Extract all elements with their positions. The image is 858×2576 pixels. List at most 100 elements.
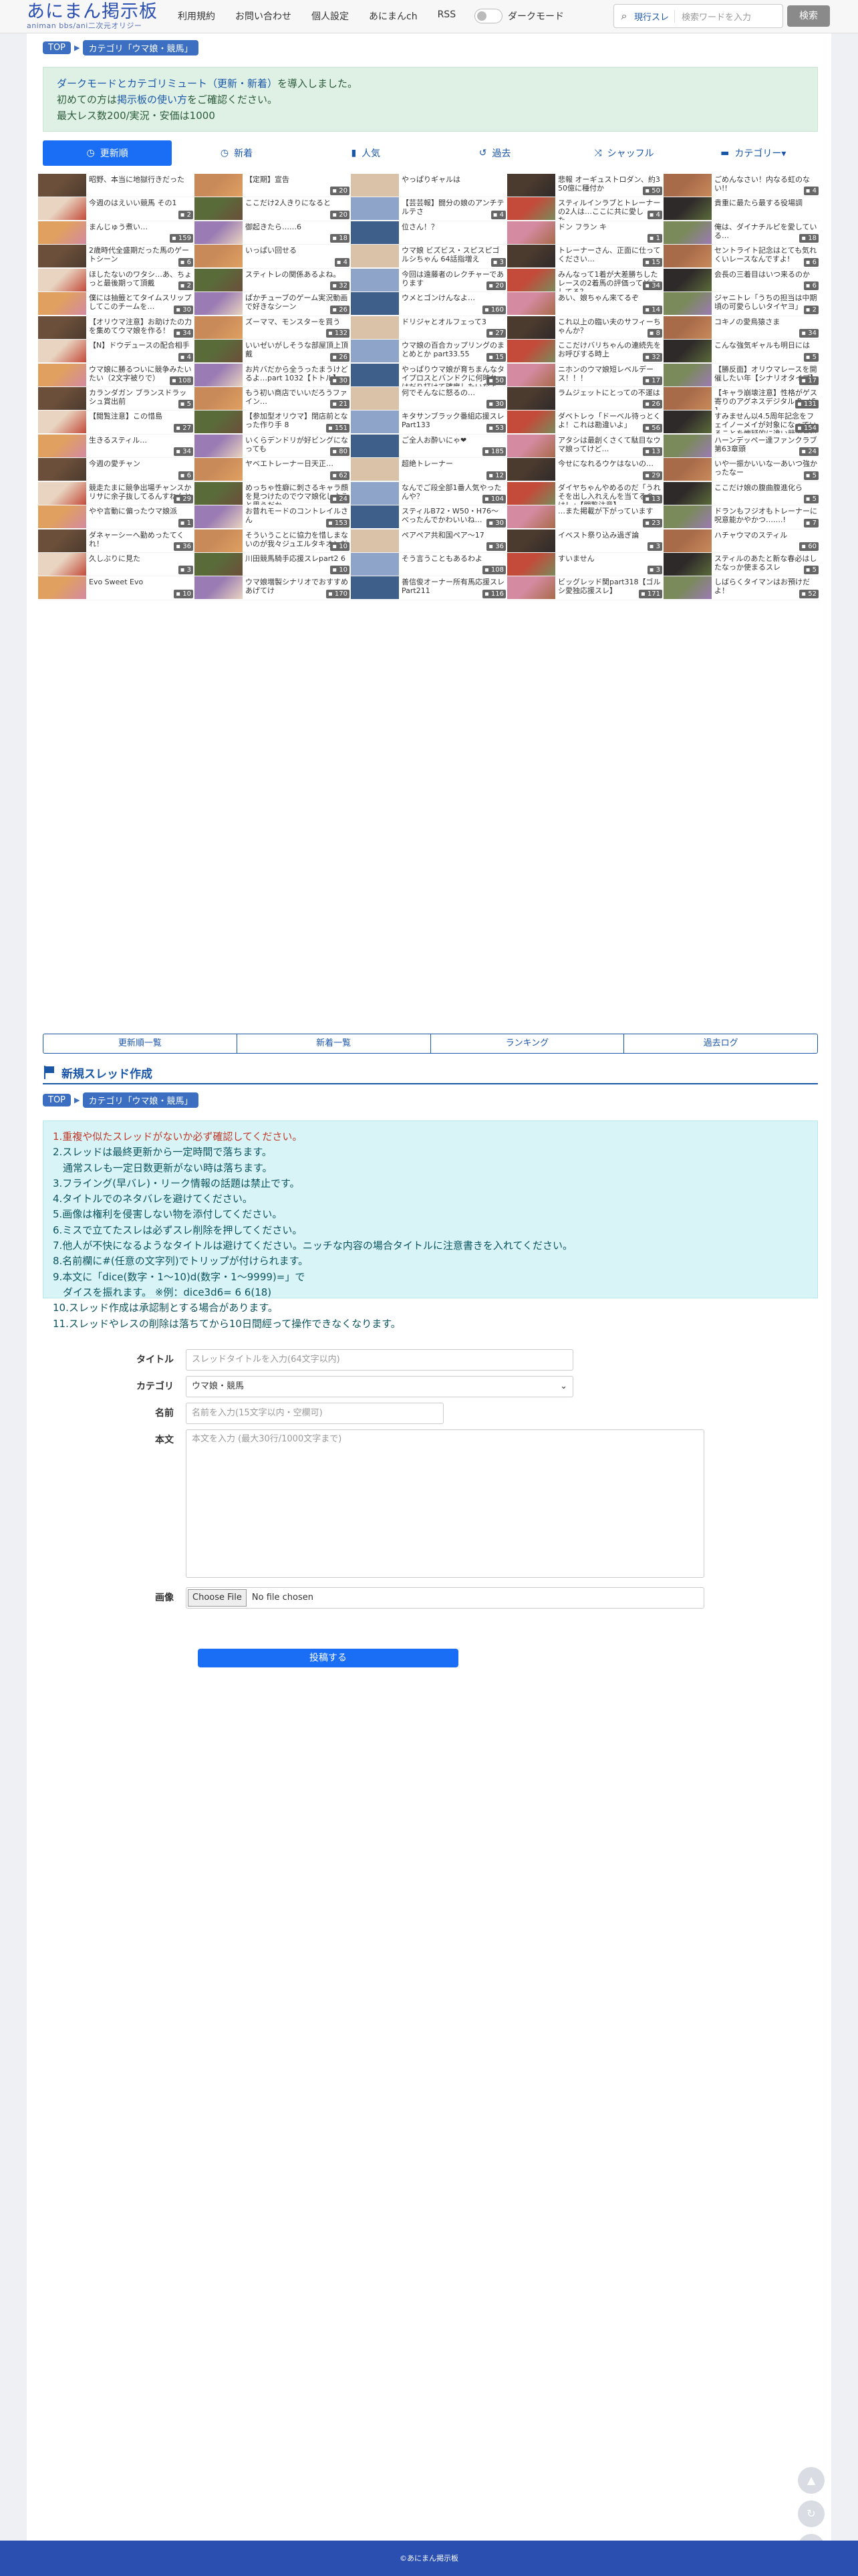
thread-thumbnail[interactable] [507,221,555,244]
thread-thumbnail[interactable] [351,268,399,291]
breadcrumb-top[interactable]: TOP [43,41,72,54]
thread-thumbnail[interactable] [507,268,555,291]
thread-thumbnail[interactable] [351,340,399,363]
thread-title[interactable]: 久しぶりに見た [86,553,143,576]
thread-title[interactable]: あい、娘ちゃん来てるぞ [555,292,641,315]
thread-title[interactable]: 昭野、本当に地獄行きだった [86,174,187,197]
thread-thumbnail[interactable] [507,576,555,600]
thread-item[interactable]: ダイヤちゃんやめるのだ「うれそを出し入れえんを当てるのは！」【閲覧注意】13 [507,481,664,506]
thread-item[interactable]: ウマ娘 ビズビス・スピスピゴルシちゃん 64話指増え3 [351,245,507,269]
thread-thumbnail[interactable] [507,197,555,221]
thread-title[interactable]: 今せになれるウケはないの… [555,458,656,481]
scroll-top-button[interactable]: ▲ [798,2467,825,2494]
thread-thumbnail[interactable] [194,292,243,316]
thread-thumbnail[interactable] [351,481,399,505]
thread-title[interactable]: ご全人お酔いにゃ❤ [399,435,469,457]
thread-thumbnail[interactable] [194,363,243,386]
thread-item[interactable]: 善信俊オーナー所有馬応援スレPart211116 [351,576,507,600]
thread-item[interactable]: なんでご段全部1番人気やったんや？104 [351,481,507,506]
thread-thumbnail[interactable] [664,245,712,268]
thread-item[interactable]: 今週の愛チャン 6 [38,458,194,482]
thread-title[interactable]: ここだけ2人きりになると [243,197,333,220]
thread-thumbnail[interactable] [507,481,555,505]
thread-item[interactable]: カランダガン ブランスドラッシュ賞出前5 [38,386,194,411]
thread-thumbnail[interactable] [194,316,243,339]
thread-item[interactable]: ここだけ2人きりになると20 [194,197,351,221]
thread-item[interactable]: 位さん！？ [351,221,507,245]
notice-darkmode-link[interactable]: ダークモードとカテゴリミュート（更新・新着） [57,78,277,90]
thread-thumbnail[interactable] [38,434,86,457]
thread-item[interactable]: セントライト記念はとても気れくいレースなんですよ!6 [664,245,820,269]
thread-title[interactable]: やや言動に偏ったウマ娘派 [86,505,180,528]
thread-item[interactable]: 今週のはえいい競馬 その12 [38,197,194,221]
thread-item[interactable]: 【閲覧注意】この惜島 27 [38,411,194,435]
tab-past[interactable]: ↺ 過去 [430,140,560,166]
search-scope-select[interactable]: 現行スレ [634,9,676,23]
thread-item[interactable]: すみません以4.5周年記念をフェイノーメイが対象になっていることを懐疑的に違い競… [664,411,820,435]
category-select[interactable]: ウマ娘・競馬 ⌄ [186,1376,573,1397]
thread-item[interactable]: 貴重に最たら最する役場調 [664,197,820,221]
thread-title[interactable]: 御起きたら……6 [243,221,304,244]
thread-item[interactable]: やや言動に偏ったウマ娘派1 [38,505,194,530]
thread-item[interactable]: トレーナーさん、正面に仕ってください…15 [507,245,664,269]
thread-item[interactable]: いくらデンドリが好ビングになっても80 [194,434,351,459]
thread-thumbnail[interactable] [351,316,399,339]
thread-item[interactable]: やっぱりギャルは [351,174,507,198]
link-updated-list[interactable]: 更新順一覧 [43,1034,237,1053]
thread-thumbnail[interactable] [664,316,712,339]
thread-thumbnail[interactable] [194,576,243,600]
thread-thumbnail[interactable] [664,529,712,552]
reload-button[interactable]: ↻ [798,2500,825,2527]
thread-title[interactable]: ウメとゴンけんなよ… [399,292,478,315]
thread-item[interactable]: ウメとゴンけんなよ… 160 [351,292,507,316]
thread-item[interactable]: いっぱい回せる 4 [194,245,351,269]
thread-thumbnail[interactable] [664,553,712,576]
thread-thumbnail[interactable] [664,386,712,410]
thread-title[interactable]: 【閲覧注意】この惜島 [86,411,165,433]
thread-thumbnail[interactable] [507,411,555,434]
thread-title[interactable]: すいません [555,553,597,576]
thread-item[interactable]: ごめんなさい！内なる虹のない!!4 [664,174,820,198]
thread-thumbnail[interactable] [38,340,86,363]
link-ranking[interactable]: ランキング [431,1034,625,1053]
thread-item[interactable]: そう言うこともあるわよ108 [351,553,507,577]
thread-thumbnail[interactable] [194,434,243,457]
thread-item[interactable]: スティルB72・W50・H76〜べったんでかわいいね…30 [351,505,507,530]
thread-title[interactable]: 今週のはえいい競馬 その1 [86,197,180,220]
nav-terms[interactable]: 利用規約 [178,9,215,23]
thread-item[interactable]: 【キャラ崩壊注意】性格がゲス寄りのアグネスデジタル Part51131 [664,386,820,411]
thread-item[interactable]: ダベトレゥ「ドーベル待っとくよ！これは勘違いよ」56 [507,411,664,435]
thread-title[interactable]: ヤベエトレーナー日天正… [243,458,336,481]
thread-thumbnail[interactable] [351,174,399,197]
thread-title[interactable]: やっぱりギャルは [399,174,463,197]
thread-thumbnail[interactable] [194,458,243,481]
dark-mode-switch[interactable] [474,9,503,23]
thread-item[interactable]: スティルインラブとトレーナーの2人は…ここに共に愛した……4 [507,197,664,221]
thread-item[interactable]: 【オリウマ注意】お助けたの力を集めてウマ娘を作る！34 [38,316,194,340]
thread-thumbnail[interactable] [38,316,86,339]
thread-item[interactable]: 生きるスティル… 34 [38,434,194,459]
title-input[interactable]: スレッドタイトルを入力(64文字以内) [186,1349,573,1371]
thread-thumbnail[interactable] [351,553,399,576]
thread-thumbnail[interactable] [507,245,555,268]
thread-title[interactable]: ペアペア共和国ペア〜17 [399,530,487,552]
thread-item[interactable]: 何でそんなに怒るの… 30 [351,386,507,411]
thread-thumbnail[interactable] [507,316,555,339]
thread-thumbnail[interactable] [351,386,399,410]
thread-thumbnail[interactable] [38,529,86,552]
thread-item[interactable]: いや一振かいいな一あいつ強かったなー5 [664,458,820,482]
thread-item[interactable]: 【参加型オリウマ】閉店前となった作り手 8151 [194,411,351,435]
thread-thumbnail[interactable] [351,576,399,600]
thread-thumbnail[interactable] [38,363,86,386]
thread-item[interactable]: 昭野、本当に地獄行きだった [38,174,194,198]
thread-thumbnail[interactable] [194,411,243,434]
thread-item[interactable]: めっちゃ性癖に刺さるキャラ顔を見つけたのでウマ娘化しようと思うだか24 [194,481,351,506]
thread-title[interactable]: …また掲載が下がっています [555,505,656,528]
thread-item[interactable]: 川田競馬騎手応援スレpart2 610 [194,553,351,577]
thread-item[interactable]: 超絶トレーナー 12 [351,458,507,482]
tab-popular[interactable]: ▮ 人気 [301,140,430,166]
thread-item[interactable]: これ以上の臨い夫のサフィーちゃんか？8 [507,316,664,340]
thread-thumbnail[interactable] [351,363,399,386]
nav-settings[interactable]: 個人設定 [311,9,349,23]
thread-item[interactable]: 御起きたら……6 18 [194,221,351,245]
